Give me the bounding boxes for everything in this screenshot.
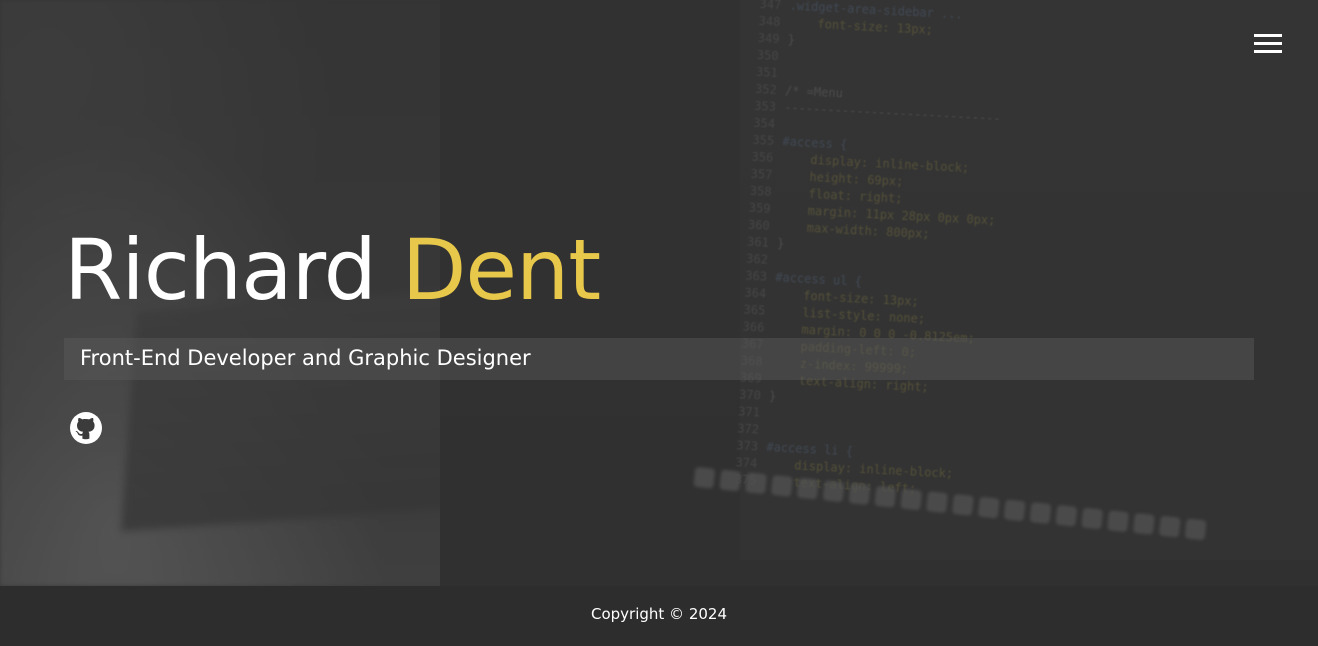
first-name: Richard: [64, 221, 377, 319]
subtitle-banner: Front-End Developer and Graphic Designer: [64, 338, 1254, 380]
hamburger-menu-icon-bar: [1254, 42, 1282, 45]
hero-subtitle: Front-End Developer and Graphic Designer: [80, 346, 531, 370]
github-link[interactable]: [70, 412, 102, 444]
github-icon: [70, 412, 102, 444]
footer: Copyright © 2024: [0, 586, 1318, 646]
hero-section: 347 .widget-area-sidebar ... 348 font-size…: [0, 0, 1318, 586]
hamburger-menu-icon: [1254, 34, 1282, 37]
hero-title: Richard Dent: [64, 218, 602, 322]
hamburger-menu-icon-bar: [1254, 50, 1282, 53]
copyright-text: Copyright © 2024: [590, 605, 727, 623]
last-name: Dent: [401, 221, 602, 319]
page: 347 .widget-area-sidebar ... 348 font-size…: [0, 0, 1318, 646]
menu-button[interactable]: [1254, 34, 1284, 56]
